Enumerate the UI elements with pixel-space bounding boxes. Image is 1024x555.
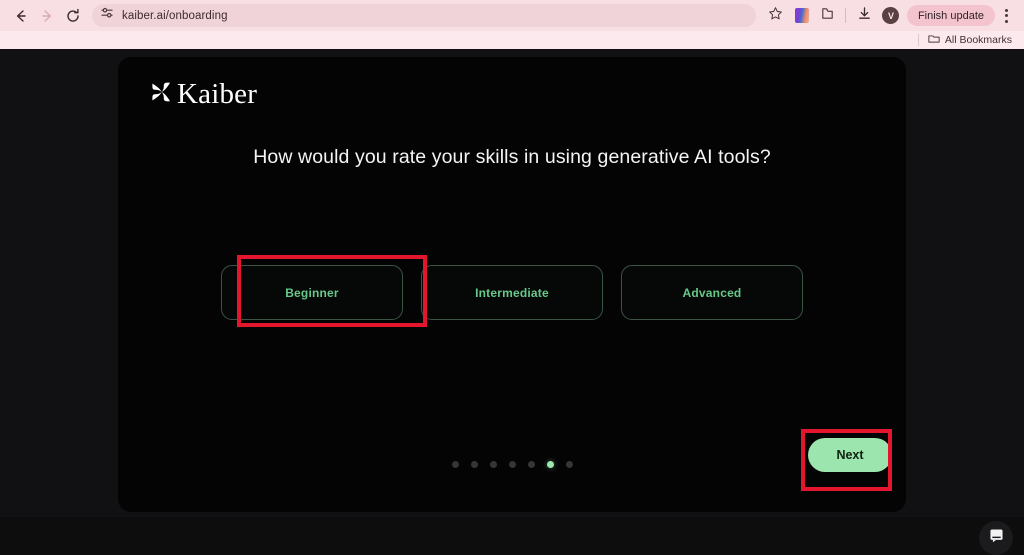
folder-icon xyxy=(928,33,940,47)
option-advanced[interactable]: Advanced xyxy=(621,265,803,320)
browser-chrome: kaiber.ai/onboarding V Finish update All… xyxy=(0,0,1024,49)
option-beginner[interactable]: Beginner xyxy=(221,265,403,320)
address-bar[interactable]: kaiber.ai/onboarding xyxy=(92,4,756,27)
menu-dot xyxy=(1004,8,1008,12)
extensions-puzzle-button[interactable] xyxy=(816,4,840,28)
pagination-dots xyxy=(118,461,906,468)
forward-arrow-icon xyxy=(39,8,55,24)
all-bookmarks-button[interactable]: All Bookmarks xyxy=(928,33,1012,47)
browser-toolbar: kaiber.ai/onboarding V Finish update xyxy=(0,0,1024,31)
finish-update-button[interactable]: Finish update xyxy=(906,5,995,26)
download-icon xyxy=(857,6,872,26)
kaiber-logo: Kaiber xyxy=(149,79,257,110)
pagination-dot-5[interactable] xyxy=(527,461,535,468)
bookmarks-bar: All Bookmarks xyxy=(0,31,1024,49)
kaiber-wordmark: Kaiber xyxy=(177,78,258,110)
pagination-dot-6[interactable] xyxy=(546,461,554,468)
chat-launcher-button[interactable] xyxy=(979,521,1013,555)
pagination-dot-1[interactable] xyxy=(451,461,459,468)
avatar: V xyxy=(882,7,900,24)
bookmarks-divider xyxy=(917,34,919,46)
back-button[interactable] xyxy=(8,3,34,29)
chat-bubble-icon xyxy=(988,527,1005,549)
extensions-puzzle-icon xyxy=(820,6,835,26)
pagination-dot-4[interactable] xyxy=(508,461,516,468)
option-intermediate[interactable]: Intermediate xyxy=(421,265,603,320)
tune-icon[interactable] xyxy=(100,6,114,25)
pagination-dot-3[interactable] xyxy=(489,461,497,468)
toolbar-divider xyxy=(844,8,846,23)
back-arrow-icon xyxy=(13,8,29,24)
kaiber-k-mark-icon xyxy=(149,79,175,110)
all-bookmarks-label: All Bookmarks xyxy=(944,34,1012,46)
page-viewport: Kaiber How would you rate your skills in… xyxy=(0,49,1024,555)
extension-button[interactable] xyxy=(790,4,814,28)
reload-icon xyxy=(65,8,81,24)
pagination-dot-7[interactable] xyxy=(565,461,573,468)
onboarding-card: Kaiber How would you rate your skills in… xyxy=(118,57,906,512)
bookmark-star-button[interactable] xyxy=(764,4,788,28)
forward-button[interactable] xyxy=(34,3,60,29)
extension-colorful-icon xyxy=(794,8,809,23)
menu-dot xyxy=(1004,19,1008,23)
skill-options-group: Beginner Intermediate Advanced xyxy=(118,265,906,320)
bookmark-star-icon xyxy=(768,6,783,26)
url-text: kaiber.ai/onboarding xyxy=(122,9,228,22)
profile-button[interactable]: V xyxy=(879,4,903,28)
pagination-dot-2[interactable] xyxy=(470,461,478,468)
menu-dot xyxy=(1004,14,1008,17)
download-button[interactable] xyxy=(853,4,877,28)
three-dot-menu-icon[interactable] xyxy=(996,4,1016,28)
reload-button[interactable] xyxy=(60,3,86,29)
page-title: How would you rate your skills in using … xyxy=(253,146,771,168)
next-button[interactable]: Next xyxy=(808,438,892,472)
